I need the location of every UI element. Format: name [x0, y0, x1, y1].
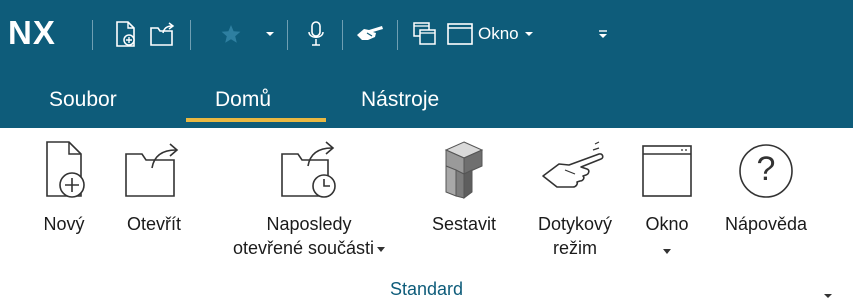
window-button-dropdown [634, 240, 700, 261]
dropdown-caret-icon [663, 248, 671, 254]
new-file-icon [116, 21, 135, 47]
separator [92, 20, 93, 50]
separator [190, 20, 191, 50]
window-icon [642, 145, 692, 197]
window-button[interactable]: Okno [634, 140, 700, 272]
window-menu-label: Okno [478, 24, 519, 43]
star-icon [221, 25, 241, 43]
favorites-button[interactable] [218, 16, 244, 52]
assemble-button-label: Sestavit [431, 214, 497, 234]
quick-touch-mode-button[interactable] [352, 16, 388, 52]
recent-folder-clock-icon [281, 141, 336, 198]
quick-new-button[interactable] [111, 16, 141, 52]
tab-nastroje[interactable]: Nástroje [361, 88, 439, 112]
voice-command-button[interactable] [302, 16, 330, 52]
new-button-label: Nový [43, 214, 85, 234]
help-button-label: Nápověda [724, 214, 808, 234]
chevron-down-icon [524, 32, 533, 36]
group-label-standard: Standard [389, 279, 464, 299]
group-options-button[interactable] [823, 287, 833, 305]
customize-quick-access-button[interactable] [595, 16, 611, 52]
tab-domu[interactable]: Domů [215, 88, 271, 112]
chevron-down-icon [824, 294, 832, 298]
separator [342, 20, 343, 50]
customize-dropdown-icon [599, 30, 607, 38]
open-folder-icon [125, 143, 179, 197]
ribbon-tab-bar: Soubor Domů Nástroje [0, 74, 853, 128]
quick-open-button[interactable] [146, 16, 178, 52]
app-logo: NX [8, 14, 56, 51]
recent-parts-label-line1: Naposledy [266, 214, 352, 234]
open-button[interactable]: Otevřít [109, 140, 199, 272]
chevron-down-icon [266, 32, 274, 36]
window-cascade-icon [413, 22, 436, 45]
separator [287, 20, 288, 50]
assemble-button[interactable]: Sestavit [421, 140, 507, 272]
help-glyph: ? [756, 150, 776, 188]
help-button[interactable]: ? Nápověda [710, 140, 822, 272]
favorites-dropdown[interactable] [262, 16, 278, 52]
active-tab-indicator [186, 118, 326, 122]
open-button-label: Otevřít [126, 214, 181, 234]
touch-hand-icon [357, 26, 383, 40]
recent-parts-label-line2: otevřené součásti [203, 238, 415, 259]
window-icon [447, 23, 473, 45]
tab-soubor[interactable]: Soubor [49, 88, 117, 112]
open-folder-icon [150, 22, 175, 46]
touch-mode-label-line1: Dotykový [537, 214, 613, 234]
new-file-icon [46, 141, 85, 198]
window-button-label: Okno [645, 214, 689, 234]
dropdown-caret-icon [377, 246, 386, 252]
microphone-icon [308, 21, 324, 46]
window-arrange-button[interactable] [410, 16, 440, 52]
new-button[interactable]: Nový [32, 140, 96, 272]
recent-parts-button[interactable]: Naposledy otevřené součásti [203, 140, 415, 272]
separator [397, 20, 398, 50]
recent-parts-label-text: otevřené součásti [232, 238, 375, 258]
title-bar: NX Okno [0, 0, 853, 74]
window-menu-button[interactable]: Okno [478, 16, 544, 52]
touch-mode-button[interactable]: Dotykový režim [520, 140, 630, 272]
window-menu-icon-button[interactable] [444, 16, 476, 52]
assembly-blocks-icon [444, 141, 484, 199]
touch-mode-label-line2: režim [553, 238, 597, 258]
touch-hand-icon [542, 141, 604, 188]
